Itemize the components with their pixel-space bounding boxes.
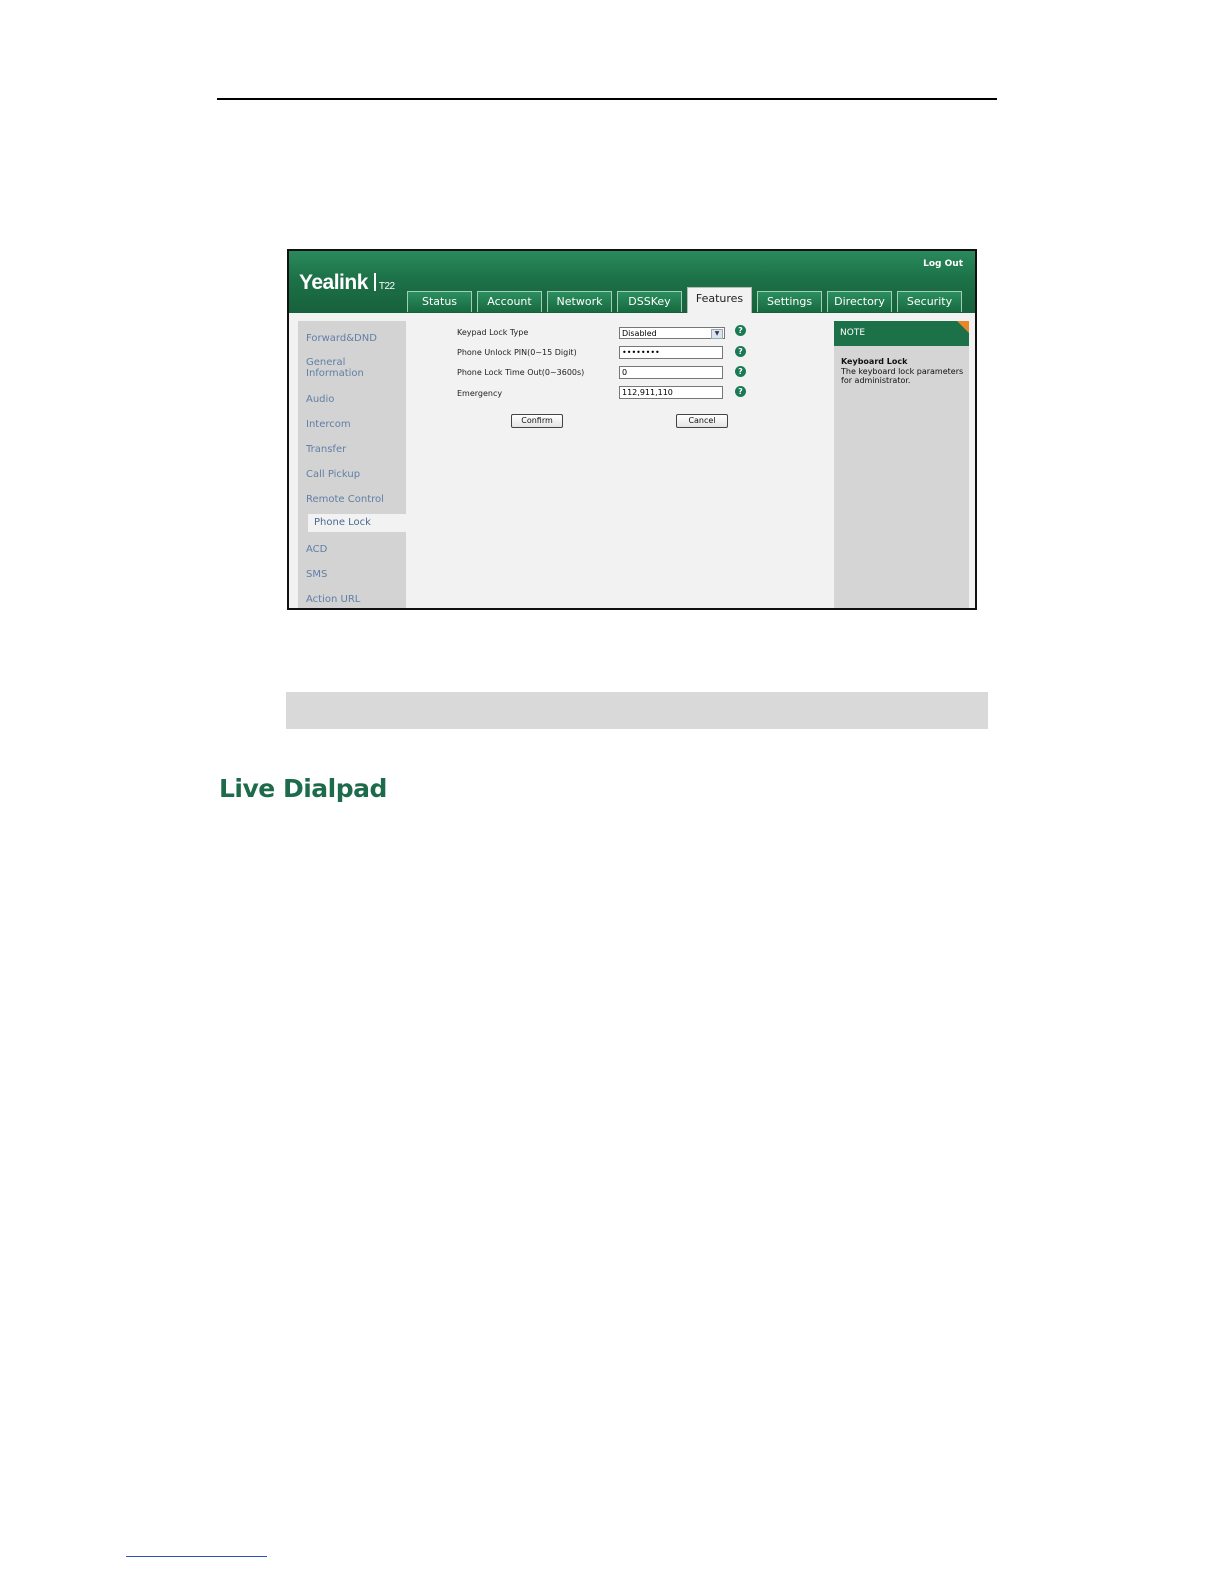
lock-timeout-input[interactable]: 0 [619, 366, 723, 379]
footer-link-rule [126, 1556, 267, 1557]
sidebar-item-action-url[interactable]: Action URL [306, 594, 360, 605]
unlock-pin-label: Phone Unlock PIN(0~15 Digit) [457, 348, 577, 357]
confirm-button[interactable]: Confirm [511, 414, 563, 428]
sidebar-item-acd[interactable]: ACD [306, 544, 327, 555]
tab-settings[interactable]: Settings [757, 291, 822, 312]
logout-link[interactable]: Log Out [923, 259, 963, 269]
emergency-label: Emergency [457, 389, 503, 398]
sidebar-item-general-information[interactable]: General Information [306, 357, 376, 379]
logo-divider [373, 273, 376, 291]
tab-security[interactable]: Security [897, 291, 962, 312]
tab-status[interactable]: Status [407, 291, 472, 312]
tab-directory[interactable]: Directory [827, 291, 892, 312]
tab-features[interactable]: Features [687, 287, 752, 313]
help-icon[interactable]: ? [735, 325, 746, 336]
keypad-lock-type-value: Disabled [622, 329, 657, 338]
sidebar-item-forward-dnd[interactable]: Forward&DND [306, 333, 377, 344]
sidebar-item-call-pickup[interactable]: Call Pickup [306, 469, 360, 480]
cancel-button[interactable]: Cancel [676, 414, 728, 428]
header-rule [217, 98, 997, 100]
brand-name: Yealink [299, 271, 368, 294]
sidebar-item-sms[interactable]: SMS [306, 569, 327, 580]
note-text: The keyboard lock parameters for adminis… [841, 367, 964, 385]
chevron-down-icon: ▼ [711, 329, 723, 339]
sidebar-item-transfer[interactable]: Transfer [306, 444, 346, 455]
note-panel: NOTE Keyboard Lock The keyboard lock par… [834, 321, 969, 608]
help-icon[interactable]: ? [735, 366, 746, 377]
sidebar-item-remote-control[interactable]: Remote Control [306, 494, 384, 505]
note-corner-fold [957, 321, 969, 333]
keypad-lock-type-select[interactable]: Disabled ▼ [619, 327, 725, 339]
help-icon[interactable]: ? [735, 386, 746, 397]
section-title: Live Dialpad [219, 774, 387, 803]
top-bar: Yealink T22 Log Out Status Account Networ… [289, 251, 975, 313]
keypad-lock-type-label: Keypad Lock Type [457, 328, 529, 337]
tab-network[interactable]: Network [547, 291, 612, 312]
tab-dsskey[interactable]: DSSKey [617, 291, 682, 312]
sidebar-item-phone-lock[interactable]: Phone Lock [308, 514, 406, 532]
sidebar-item-audio[interactable]: Audio [306, 394, 334, 405]
web-ui-screenshot: Yealink T22 Log Out Status Account Networ… [287, 249, 977, 610]
unlock-pin-input[interactable]: •••••••• [619, 346, 723, 359]
note-heading: NOTE [834, 321, 969, 346]
note-title: Keyboard Lock [841, 357, 908, 366]
sidebar-item-intercom[interactable]: Intercom [306, 419, 351, 430]
tab-account[interactable]: Account [477, 291, 542, 312]
note-bar [286, 692, 988, 729]
model-name: T22 [378, 281, 395, 292]
lock-timeout-label: Phone Lock Time Out(0~3600s) [457, 368, 585, 377]
help-icon[interactable]: ? [735, 346, 746, 357]
yealink-logo: Yealink T22 [299, 271, 395, 295]
emergency-input[interactable]: 112,911,110 [619, 386, 723, 399]
